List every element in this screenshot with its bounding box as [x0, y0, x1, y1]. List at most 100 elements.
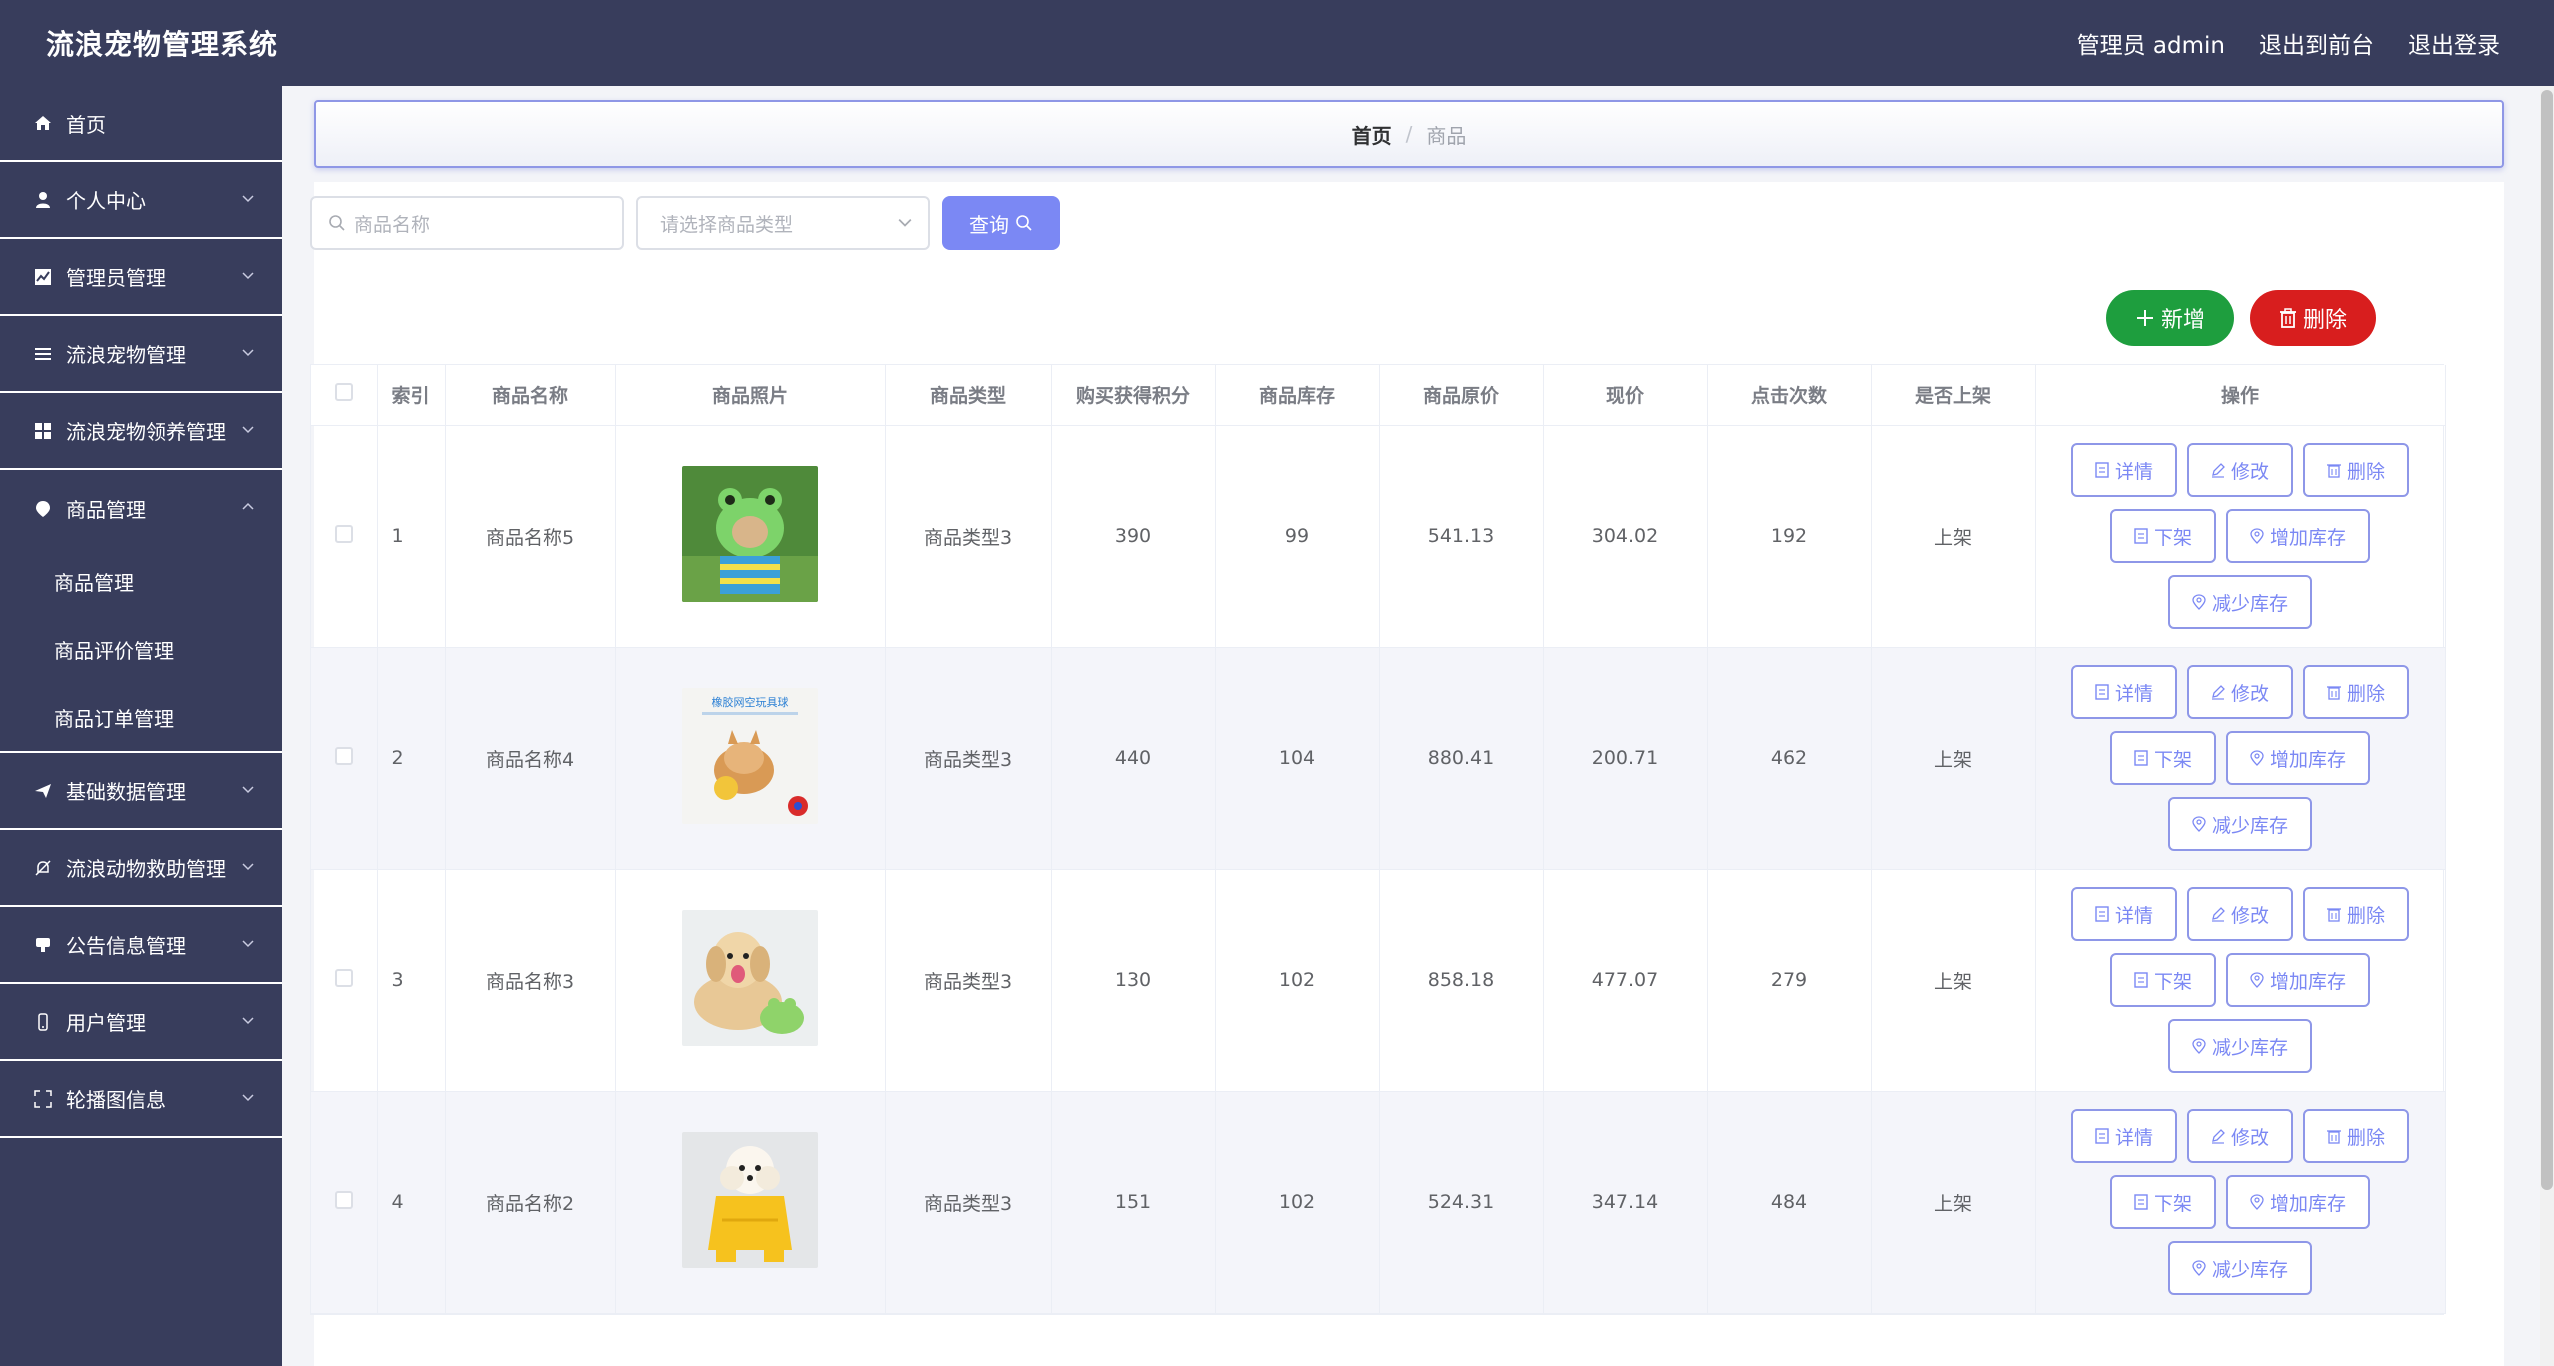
delete-button[interactable]: 删除 — [2303, 665, 2409, 719]
sidebar-item-basic-data[interactable]: 基础数据管理 — [0, 753, 282, 830]
select-all-cell — [311, 365, 378, 426]
chevron-down-icon — [242, 1093, 254, 1101]
sidebar-item-label: 个人中心 — [66, 189, 146, 213]
send-icon — [32, 780, 54, 802]
goods-type-select[interactable]: 请选择商品类型 — [636, 196, 930, 250]
sidebar-subitem-goods[interactable]: 商品管理 — [0, 547, 282, 615]
sidebar-item-users[interactable]: 用户管理 — [0, 984, 282, 1061]
reduce-stock-button[interactable]: 减少库存 — [2168, 1019, 2312, 1073]
sidebar-item-label: 公告信息管理 — [66, 934, 186, 958]
sidebar-item-label: 管理员管理 — [66, 266, 166, 290]
edit-icon — [2211, 685, 2225, 700]
chevron-down-icon — [898, 219, 912, 227]
reduce-stock-button[interactable]: 减少库存 — [2168, 797, 2312, 851]
row-select-cell — [311, 869, 378, 1092]
add-stock-label: 增加库存 — [2269, 748, 2346, 771]
bell-off-icon — [32, 857, 54, 879]
row-name: 商品名称4 — [445, 647, 616, 870]
row-type: 商品类型3 — [885, 647, 1052, 870]
add-stock-button[interactable]: 增加库存 — [2226, 731, 2370, 785]
row-type: 商品类型3 — [885, 425, 1052, 648]
row-original-price: 541.13 — [1379, 425, 1544, 648]
detail-button[interactable]: 详情 — [2071, 887, 2177, 941]
fullscreen-icon — [32, 1088, 54, 1110]
off-shelf-button[interactable]: 下架 — [2110, 731, 2216, 785]
breadcrumb-home[interactable]: 首页 — [1352, 120, 1392, 149]
query-button[interactable]: 查询 — [942, 196, 1060, 250]
off-shelf-button[interactable]: 下架 — [2110, 1175, 2216, 1229]
delete-button[interactable]: 删除 — [2303, 443, 2409, 497]
sidebar-item-adoption[interactable]: 流浪宠物领养管理 — [0, 393, 282, 470]
select-all-checkbox[interactable] — [334, 383, 353, 402]
document-icon — [2134, 750, 2148, 766]
trash-icon — [2326, 464, 2341, 478]
front-link[interactable]: 退出到前台 — [2259, 26, 2374, 60]
add-button[interactable]: 新增 — [2106, 290, 2234, 346]
edit-icon — [2211, 907, 2225, 922]
row-points: 390 — [1051, 425, 1216, 648]
add-stock-button[interactable]: 增加库存 — [2226, 509, 2370, 563]
goods-table: 索引 商品名称 商品照片 商品类型 购买获得积分 商品库存 商品原价 现价 点击… — [310, 364, 2446, 1315]
goods-name-search-input[interactable]: 商品名称 — [310, 196, 624, 250]
sidebar-item-rescue[interactable]: 流浪动物救助管理 — [0, 830, 282, 907]
row-checkbox[interactable] — [334, 746, 353, 765]
row-stock: 104 — [1215, 647, 1380, 870]
add-stock-button[interactable]: 增加库存 — [2226, 1175, 2370, 1229]
row-clicks: 462 — [1707, 647, 1872, 870]
off-shelf-button[interactable]: 下架 — [2110, 509, 2216, 563]
detail-button[interactable]: 详情 — [2071, 665, 2177, 719]
trash-icon — [2326, 908, 2341, 922]
edit-button[interactable]: 修改 — [2187, 443, 2293, 497]
table-row: 2 商品名称4 橡胶网空玩具球 商品类型3 440 104 880.41 200… — [311, 647, 2446, 870]
document-icon — [2095, 906, 2109, 922]
column-header: 索引 — [377, 365, 446, 426]
delete-button[interactable]: 删除 — [2303, 1109, 2409, 1163]
sidebar-subitem-goods-reviews[interactable]: 商品评价管理 — [0, 615, 282, 683]
row-name: 商品名称2 — [445, 1091, 616, 1314]
logout-link[interactable]: 退出登录 — [2408, 26, 2500, 60]
chevron-down-icon — [242, 1016, 254, 1024]
scrollbar-thumb[interactable] — [2541, 90, 2553, 1190]
reduce-stock-button[interactable]: 减少库存 — [2168, 1241, 2312, 1295]
delete-label: 删除 — [2346, 460, 2385, 483]
sidebar-item-goods[interactable]: 商品管理 — [0, 470, 282, 547]
reduce-stock-button[interactable]: 减少库存 — [2168, 575, 2312, 629]
row-checkbox[interactable] — [334, 524, 353, 543]
batch-delete-button[interactable]: 删除 — [2250, 290, 2376, 346]
detail-button[interactable]: 详情 — [2071, 1109, 2177, 1163]
delete-button[interactable]: 删除 — [2303, 887, 2409, 941]
add-stock-button[interactable]: 增加库存 — [2226, 953, 2370, 1007]
column-header: 购买获得积分 — [1051, 365, 1216, 426]
detail-button[interactable]: 详情 — [2071, 443, 2177, 497]
row-actions-cell: 详情 修改 删除 下架 增加库存 减少库存 — [2035, 1091, 2446, 1314]
sidebar-item-profile[interactable]: 个人中心 — [0, 162, 282, 239]
add-stock-label: 增加库存 — [2269, 1192, 2346, 1215]
sidebar-item-label: 流浪宠物管理 — [66, 343, 186, 367]
sidebar-item-carousel[interactable]: 轮播图信息 — [0, 1061, 282, 1138]
edit-button[interactable]: 修改 — [2187, 887, 2293, 941]
row-actions-cell: 详情 修改 删除 下架 增加库存 减少库存 — [2035, 425, 2446, 648]
off-shelf-button[interactable]: 下架 — [2110, 953, 2216, 1007]
row-points: 130 — [1051, 869, 1216, 1092]
sidebar-item-stray-pets[interactable]: 流浪宠物管理 — [0, 316, 282, 393]
search-icon — [1016, 215, 1032, 231]
edit-button[interactable]: 修改 — [2187, 1109, 2293, 1163]
row-checkbox[interactable] — [334, 1190, 353, 1209]
current-user: 管理员 admin — [2076, 33, 2225, 59]
sidebar-item-notices[interactable]: 公告信息管理 — [0, 907, 282, 984]
sidebar-item-admin[interactable]: 管理员管理 — [0, 239, 282, 316]
thumb-overlay-text: 橡胶网空玩具球 — [712, 695, 789, 709]
sidebar-item-home[interactable]: 首页 — [0, 86, 282, 162]
row-checkbox[interactable] — [334, 968, 353, 987]
column-header: 现价 — [1543, 365, 1708, 426]
row-type: 商品类型3 — [885, 869, 1052, 1092]
sidebar-submenu-goods: 商品管理 商品评价管理 商品订单管理 — [0, 547, 282, 753]
sidebar-subitem-goods-orders[interactable]: 商品订单管理 — [0, 683, 282, 751]
row-index: 1 — [377, 425, 446, 648]
user-icon — [32, 189, 54, 211]
edit-label: 修改 — [2230, 682, 2269, 705]
row-photo-cell — [615, 1091, 886, 1314]
edit-button[interactable]: 修改 — [2187, 665, 2293, 719]
delete-label: 删除 — [2346, 904, 2385, 927]
reduce-stock-label: 减少库存 — [2211, 592, 2288, 615]
